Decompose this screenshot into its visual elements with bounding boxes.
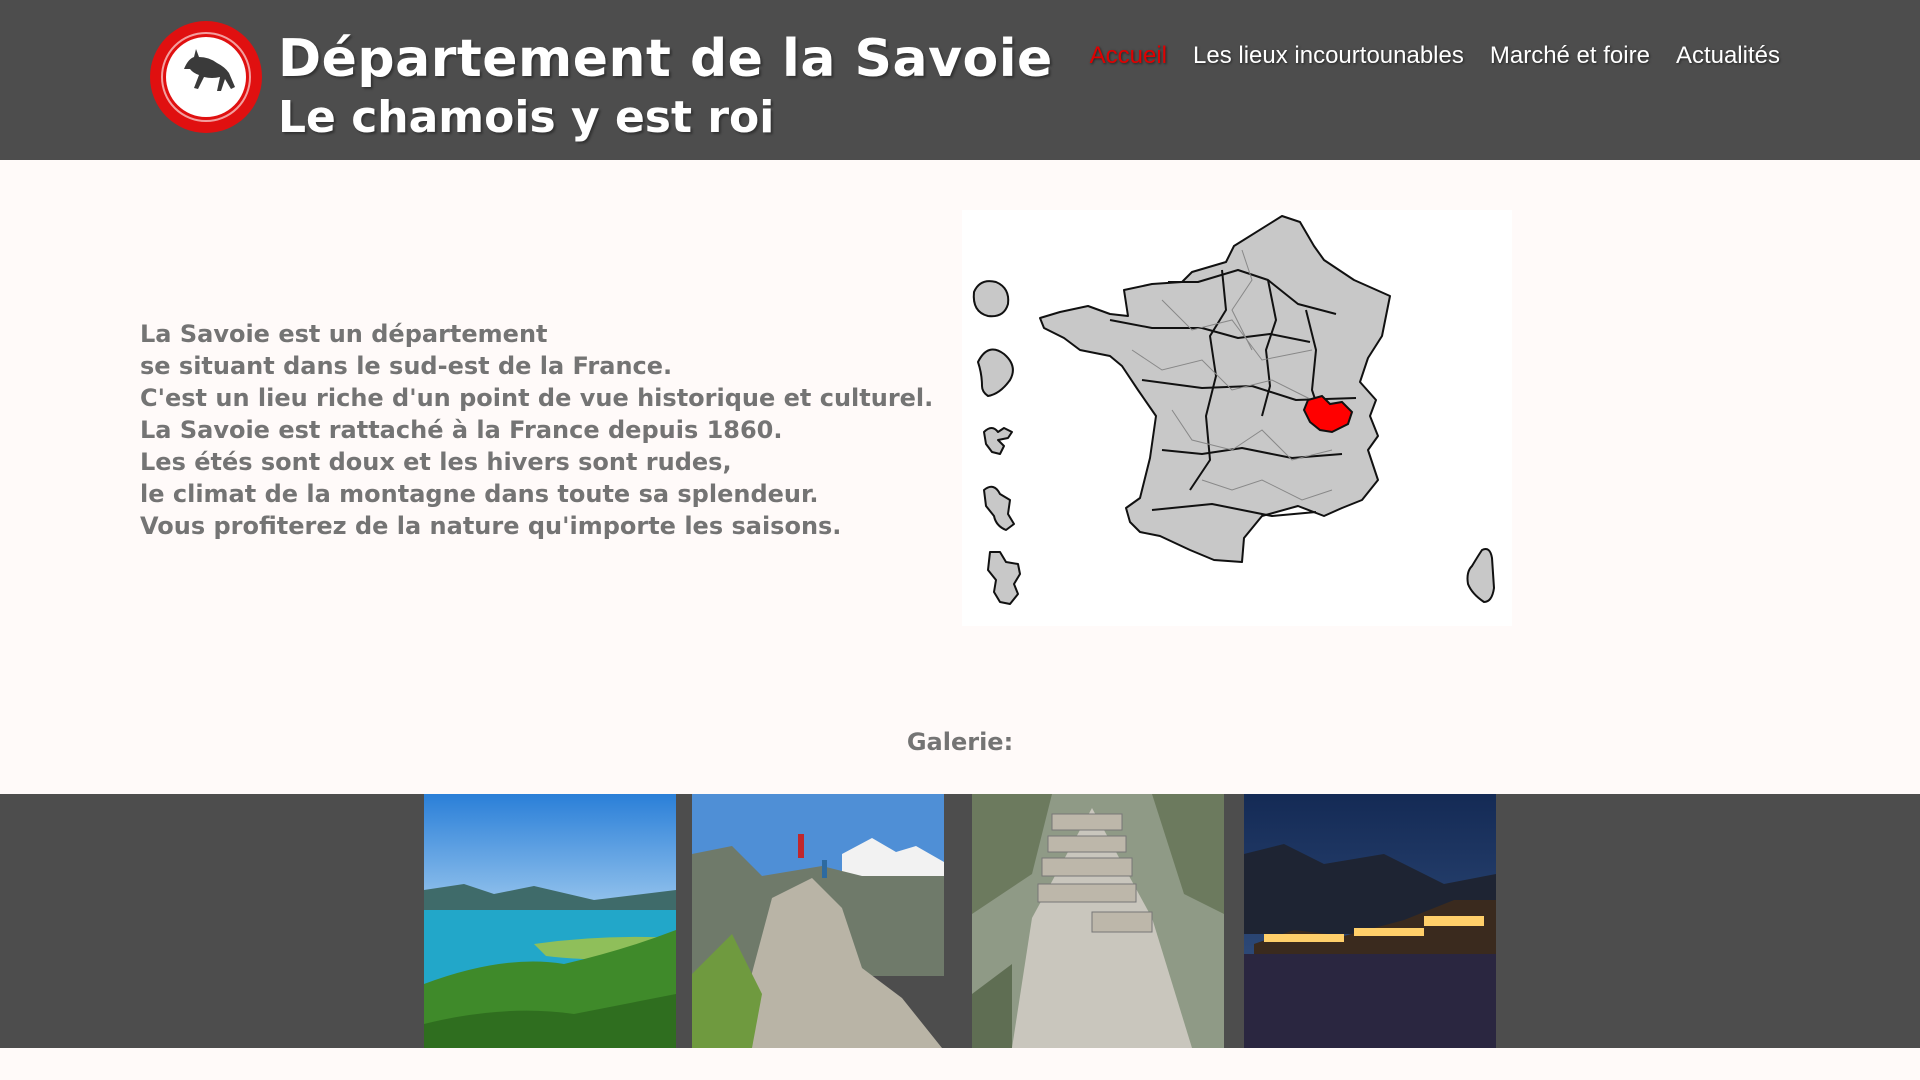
site-title: Département de la Savoie bbox=[278, 29, 1053, 89]
intro-line: Les étés sont doux et les hivers sont ru… bbox=[140, 448, 732, 476]
intro-line: se situant dans le sud-est de la France. bbox=[140, 352, 673, 380]
site-header: Département de la Savoie Le chamois y es… bbox=[0, 0, 1920, 160]
main-nav: Accueil Les lieux incourtounables Marché… bbox=[1056, 42, 1780, 70]
nav-link-lieux[interactable]: Les lieux incourtounables bbox=[1193, 42, 1464, 70]
gallery-title: Galerie: bbox=[906, 728, 1014, 756]
lake-photo[interactable] bbox=[424, 794, 676, 1048]
intro-line: Vous profiterez de la nature qu'importe … bbox=[140, 512, 842, 540]
france-departments-map bbox=[962, 210, 1512, 626]
fortress-photo[interactable] bbox=[972, 794, 1224, 1048]
site-subtitle: Le chamois y est roi bbox=[278, 92, 775, 143]
chamois-logo-icon[interactable] bbox=[146, 17, 266, 137]
intro-line: C'est un lieu riche d'un point de vue hi… bbox=[140, 384, 934, 412]
nav-link-marche[interactable]: Marché et foire bbox=[1490, 42, 1650, 70]
ski-resort-night-photo[interactable] bbox=[1244, 794, 1496, 1048]
mountain-hikers-photo[interactable] bbox=[692, 794, 944, 1048]
nav-link-accueil[interactable]: Accueil bbox=[1090, 42, 1167, 70]
gallery-strip bbox=[0, 794, 1920, 1048]
intro-text: La Savoie est un département se situant … bbox=[140, 318, 933, 542]
intro-line: La Savoie est un département bbox=[140, 320, 548, 348]
intro-line: le climat de la montagne dans toute sa s… bbox=[140, 480, 819, 508]
intro-line: La Savoie est rattaché à la France depui… bbox=[140, 416, 783, 444]
nav-link-actualites[interactable]: Actualités bbox=[1676, 42, 1780, 70]
